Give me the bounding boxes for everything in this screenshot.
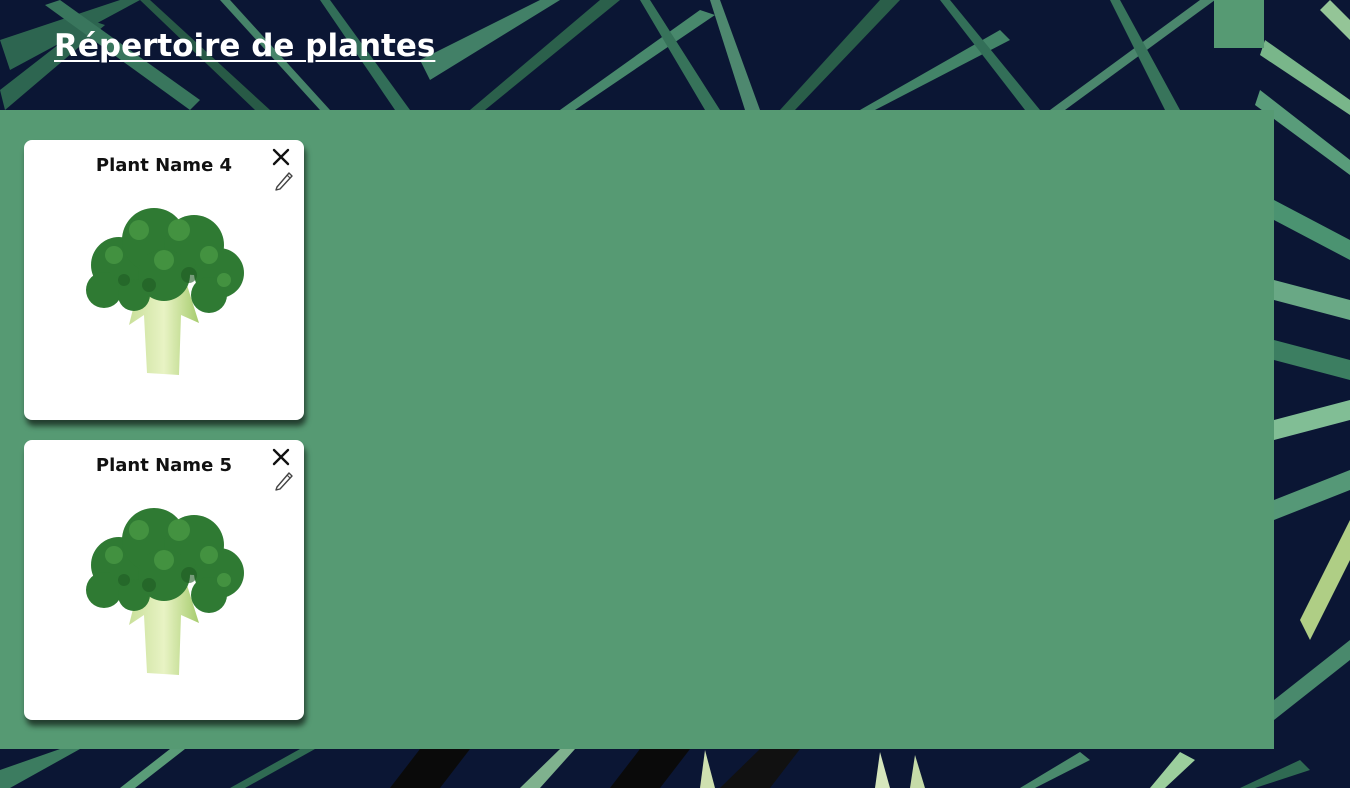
- close-icon[interactable]: [271, 147, 291, 167]
- broccoli-image: [86, 208, 244, 375]
- menu-square-icon[interactable]: [1214, 0, 1264, 48]
- close-icon[interactable]: [271, 447, 291, 467]
- plant-card[interactable]: Plant Name 5: [24, 440, 304, 720]
- page-title[interactable]: Répertoire de plantes: [54, 28, 435, 64]
- plant-name: Plant Name 5: [95, 455, 233, 476]
- pencil-icon[interactable]: [273, 469, 295, 491]
- plant-card[interactable]: Plant Name 4: [24, 140, 304, 420]
- broccoli-image: [86, 508, 244, 675]
- plant-name: Plant Name 4: [95, 155, 233, 176]
- pencil-icon[interactable]: [273, 169, 295, 191]
- plant-list-panel: Plant Name 4 Plant Name 5: [0, 110, 1274, 749]
